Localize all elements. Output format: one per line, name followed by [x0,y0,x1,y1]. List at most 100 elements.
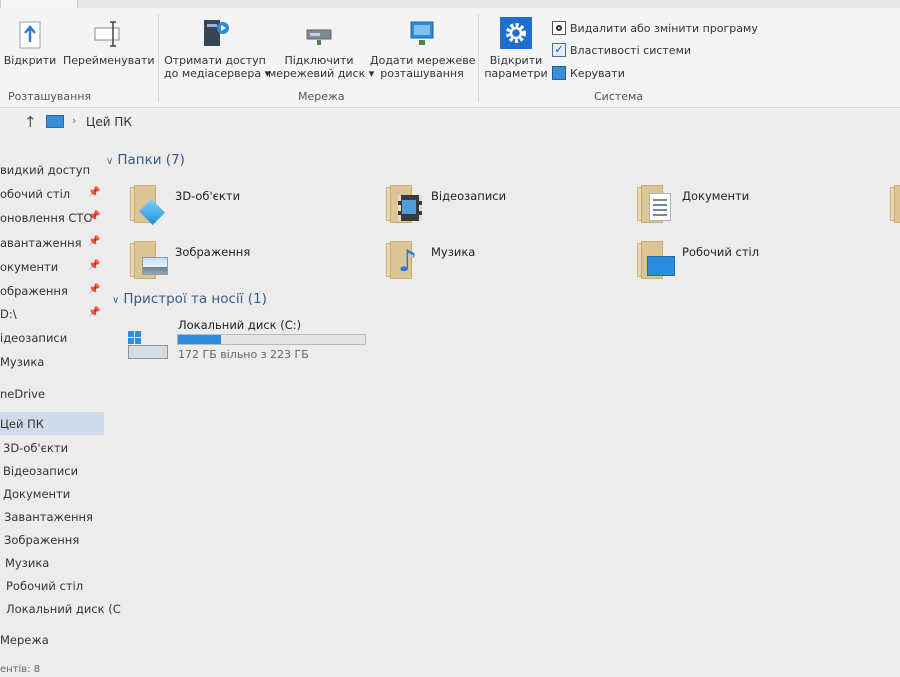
status-bar: ентів: 8 [0,664,41,675]
manage-button[interactable]: Керувати [552,66,625,80]
this-pc-icon [46,115,64,128]
folder-label: 3D-об'єкти [175,189,241,203]
nav-item-desktop-pinned[interactable]: обочий стіл [0,187,70,201]
folder-videos[interactable]: Відеозаписи [386,183,626,225]
network-location-icon [410,21,434,45]
manage-label: Керувати [570,66,625,80]
up-arrow-icon[interactable]: ↑ [24,113,37,131]
navigation-pane: видкий доступ обочий стіл 📌 оновлення СТ… [0,150,121,677]
address-bar: ↑ › Цей ПК [0,110,900,136]
nav-item-local-disk-c[interactable]: Локальний диск (C [6,602,121,616]
gear-icon [500,17,532,49]
map-drive-button[interactable]: Підключити мережевий диск ▾ [268,16,375,80]
nav-item-music-quick[interactable]: Музика [0,355,44,369]
open-settings-line2: параметри [484,67,548,80]
pin-icon: 📌 [88,307,101,318]
nav-item-sto-updates[interactable]: оновлення СТО [0,211,93,225]
network-drive-icon [306,29,332,45]
folders-section-header[interactable]: ∨ Папки (7) [106,152,185,168]
nav-item-network[interactable]: Мережа [0,633,49,647]
system-group-label: Система [594,90,644,103]
nav-item-pictures[interactable]: Зображення [4,533,79,547]
nav-item-quick-access[interactable]: видкий доступ [0,163,90,177]
folder-partial[interactable] [890,183,900,225]
open-settings-button[interactable]: Відкрити параметри [484,16,548,80]
local-disk-c[interactable]: Локальний диск (C:) 172 ГБ вільно з 223 … [125,318,385,370]
uninstall-icon [552,21,566,35]
uninstall-program-button[interactable]: Видалити або змінити програму [552,21,758,35]
folder-documents[interactable]: Документи [637,183,877,225]
network-group-label: Мережа [298,90,345,103]
pin-icon: 📌 [88,187,101,198]
nav-item-downloads-pinned[interactable]: авантаження [0,236,82,250]
open-settings-line1: Відкрити [489,54,543,67]
system-properties-label: Властивості системи [570,43,692,57]
folder-desktop[interactable]: Робочий стіл [637,239,877,281]
ribbon-separator [158,14,159,102]
folder-videos-icon [386,183,426,225]
nav-item-downloads[interactable]: Завантаження [4,510,93,524]
location-group-label: Розташування [8,90,92,103]
folder-icon [890,183,900,225]
breadcrumb[interactable]: Цей ПК [86,115,132,129]
map-drive-line2: мережевий диск ▾ [268,67,375,80]
ribbon: Відкрити Перейменувати Розташування Отри… [0,8,900,108]
nav-item-desktop[interactable]: Робочий стіл [6,579,83,593]
drive-icon [125,327,171,363]
open-button[interactable]: Відкрити [0,18,60,67]
nav-item-pictures-pinned[interactable]: ображення [0,284,68,298]
rename-label: Перейменувати [63,54,155,67]
add-network-line2: розташування [380,67,464,80]
drive-usage-bar [177,334,366,345]
checkbox-properties-icon: ✓ [552,43,566,57]
manage-computer-icon [552,66,566,80]
folder-documents-icon [637,183,677,225]
folder-music[interactable]: ♪ Музика [386,239,626,281]
chevron-down-icon: ∨ [112,295,120,306]
nav-item-drive-d[interactable]: D:\ [0,307,17,321]
folder-desktop-icon [637,239,677,281]
pin-icon: 📌 [88,236,101,247]
nav-item-videos[interactable]: Відеозаписи [3,464,78,478]
tab-computer[interactable] [0,0,78,8]
media-server-icon [204,20,229,46]
media-server-button[interactable]: Отримати доступ до медіасервера ▾ [164,16,271,80]
media-server-line2: до медіасервера ▾ [164,67,271,80]
folder-pictures-icon [130,239,170,281]
pin-icon: 📌 [88,260,101,271]
folder-label: Документи [682,189,750,203]
nav-item-documents-pinned[interactable]: окументи [0,260,58,274]
devices-header-label: Пристрої та носії (1) [123,291,267,307]
folders-header-label: Папки (7) [117,152,185,168]
open-label: Відкрити [3,54,57,67]
nav-item-documents[interactable]: Документи [3,487,70,501]
devices-section-header[interactable]: ∨ Пристрої та носії (1) [112,291,267,307]
drive-name: Локальний диск (C:) [178,318,302,332]
folder-label: Музика [431,245,476,259]
nav-item-3d-objects[interactable]: 3D-об'єкти [3,441,68,455]
drive-usage-fill [178,335,221,344]
map-drive-line1: Підключити [284,54,354,67]
folder-label: Зображення [175,245,251,259]
folder-music-icon: ♪ [386,239,426,281]
folder-3d-objects-icon [130,183,170,226]
media-server-line1: Отримати доступ [164,54,266,67]
nav-item-music[interactable]: Музика [5,556,49,570]
folder-3d-objects[interactable]: 3D-об'єкти [130,183,370,226]
add-network-location-button[interactable]: Додати мережеве розташування [370,16,475,80]
rename-button[interactable]: Перейменувати [63,18,155,67]
nav-item-this-pc[interactable]: Цей ПК [0,417,44,431]
rename-icon [94,21,120,47]
folder-pictures[interactable]: Зображення [130,239,370,281]
breadcrumb-chevron-icon[interactable]: › [72,114,76,127]
nav-item-onedrive[interactable]: neDrive [0,387,45,401]
nav-item-videos-quick[interactable]: ідеозаписи [0,331,67,345]
system-properties-button[interactable]: ✓ Властивості системи [552,43,691,57]
folder-label: Робочий стіл [682,245,760,259]
folder-label: Відеозаписи [431,189,507,203]
ribbon-separator [478,14,479,102]
uninstall-label: Видалити або змінити програму [570,21,758,35]
pin-icon: 📌 [88,211,101,222]
chevron-down-icon: ∨ [106,156,114,167]
open-icon [19,21,41,49]
